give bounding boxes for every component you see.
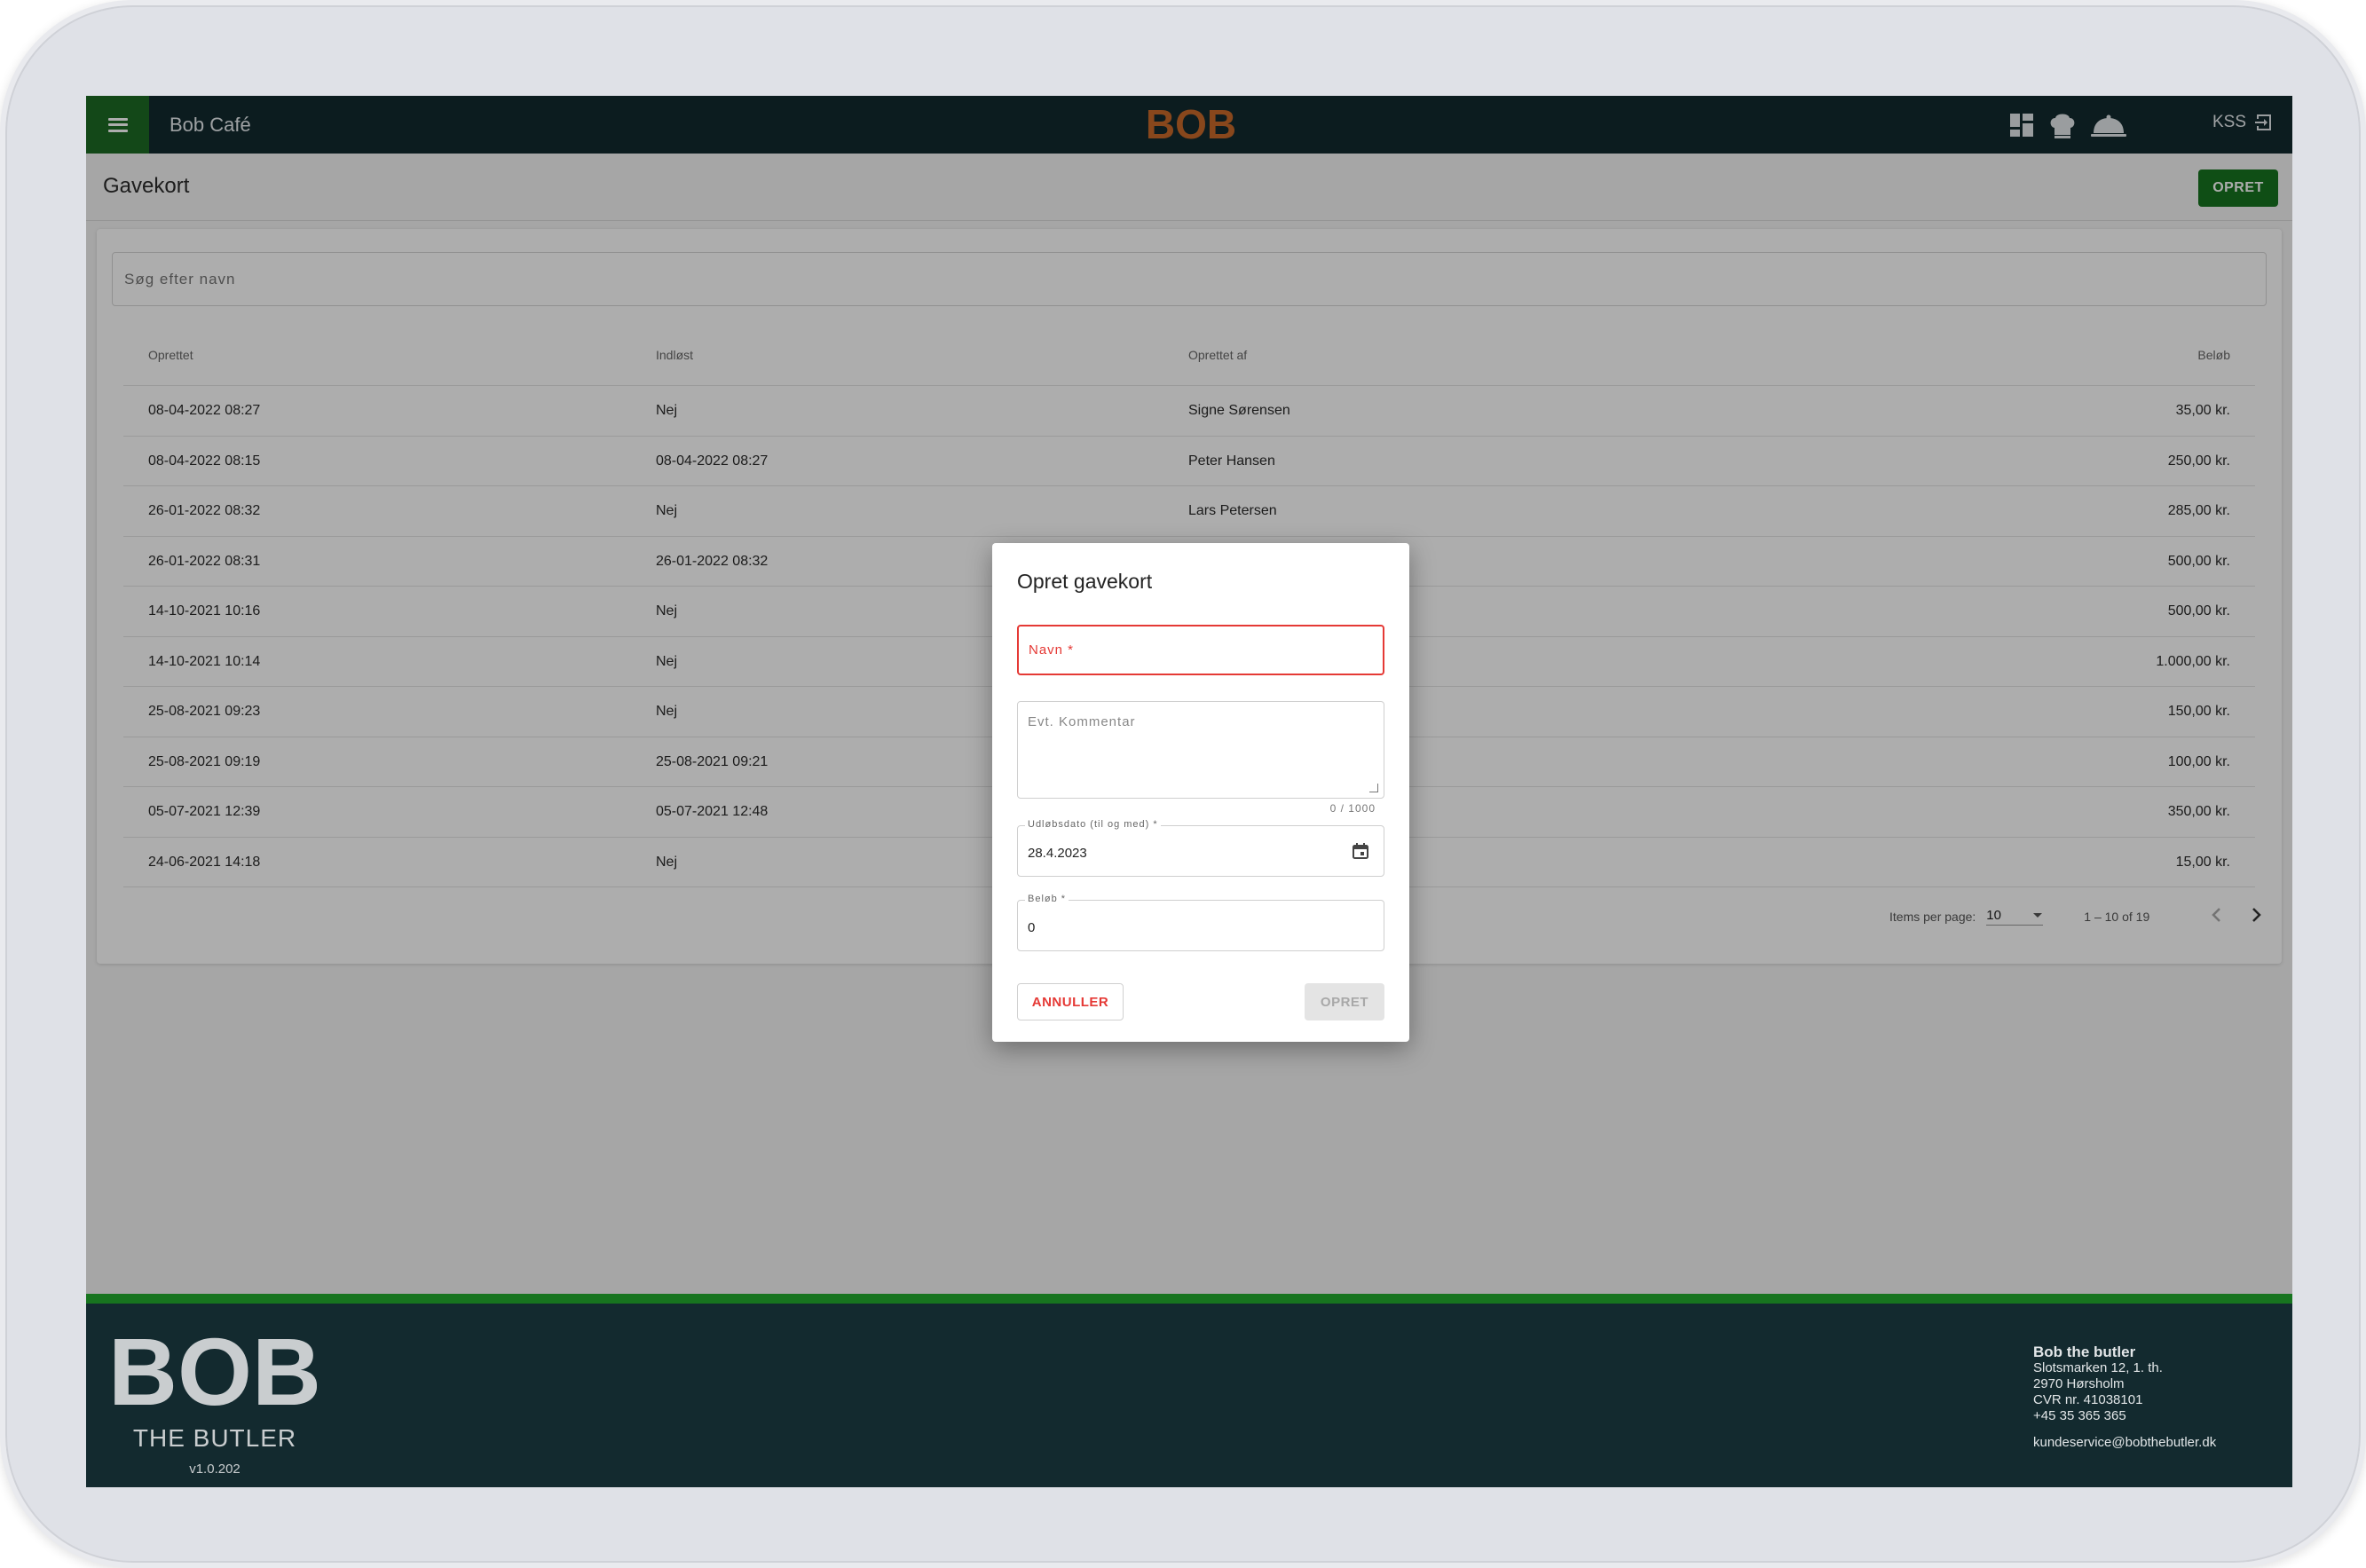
cancel-button[interactable]: ANNULLER [1017, 983, 1124, 1020]
app-screen: Bob Café BOB KSS Gavekort OPRET Søg efte… [86, 96, 2292, 1487]
resize-handle-icon[interactable] [1369, 784, 1378, 792]
create-giftcard-dialog: Opret gavekort Navn * Evt. Kommentar 0 /… [992, 543, 1409, 1042]
tablet-frame: Bob Café BOB KSS Gavekort OPRET Søg efte… [0, 0, 2366, 1568]
app-version: v1.0.202 [189, 1462, 241, 1477]
expiry-date-value: 28.4.2023 [1028, 846, 1087, 861]
name-label: Navn * [1029, 642, 1075, 658]
address-line-1: Slotsmarken 12, 1. th. [2033, 1360, 2163, 1375]
dialog-title: Opret gavekort [1017, 570, 1153, 593]
comment-char-counter: 0 / 1000 [1329, 802, 1376, 815]
amount-value: 0 [1028, 920, 1036, 935]
company-name: Bob the butler [2033, 1343, 2136, 1360]
amount-input[interactable]: Beløb * 0 [1017, 894, 1384, 951]
phone-number: +45 35 365 365 [2033, 1408, 2126, 1423]
footer-stripe [86, 1294, 2292, 1304]
comment-placeholder: Evt. Kommentar [1028, 714, 1136, 729]
amount-label: Beløb * [1025, 894, 1069, 904]
footer-logo: BOB [113, 1330, 317, 1410]
company-address: Bob the butler Slotsmarken 12, 1. th. 29… [2033, 1344, 2216, 1451]
svg-text:BOB: BOB [113, 1330, 317, 1410]
address-line-2: 2970 Hørsholm [2033, 1376, 2125, 1391]
footer: BOB THE BUTLER v1.0.202 Bob the butler S… [86, 1304, 2292, 1487]
expiry-date-label: Udløbsdato (til og med) * [1025, 819, 1161, 830]
support-email-link[interactable]: kundeservice@bobthebutler.dk [2033, 1435, 2216, 1451]
expiry-date-input[interactable]: Udløbsdato (til og med) * 28.4.2023 [1017, 819, 1384, 877]
cvr-number: CVR nr. 41038101 [2033, 1392, 2143, 1407]
calendar-icon[interactable] [1352, 842, 1369, 860]
comment-textarea[interactable]: Evt. Kommentar [1017, 701, 1384, 799]
submit-button[interactable]: OPRET [1305, 983, 1384, 1020]
footer-tagline: THE BUTLER [132, 1424, 297, 1452]
name-input[interactable]: Navn * [1017, 625, 1384, 675]
